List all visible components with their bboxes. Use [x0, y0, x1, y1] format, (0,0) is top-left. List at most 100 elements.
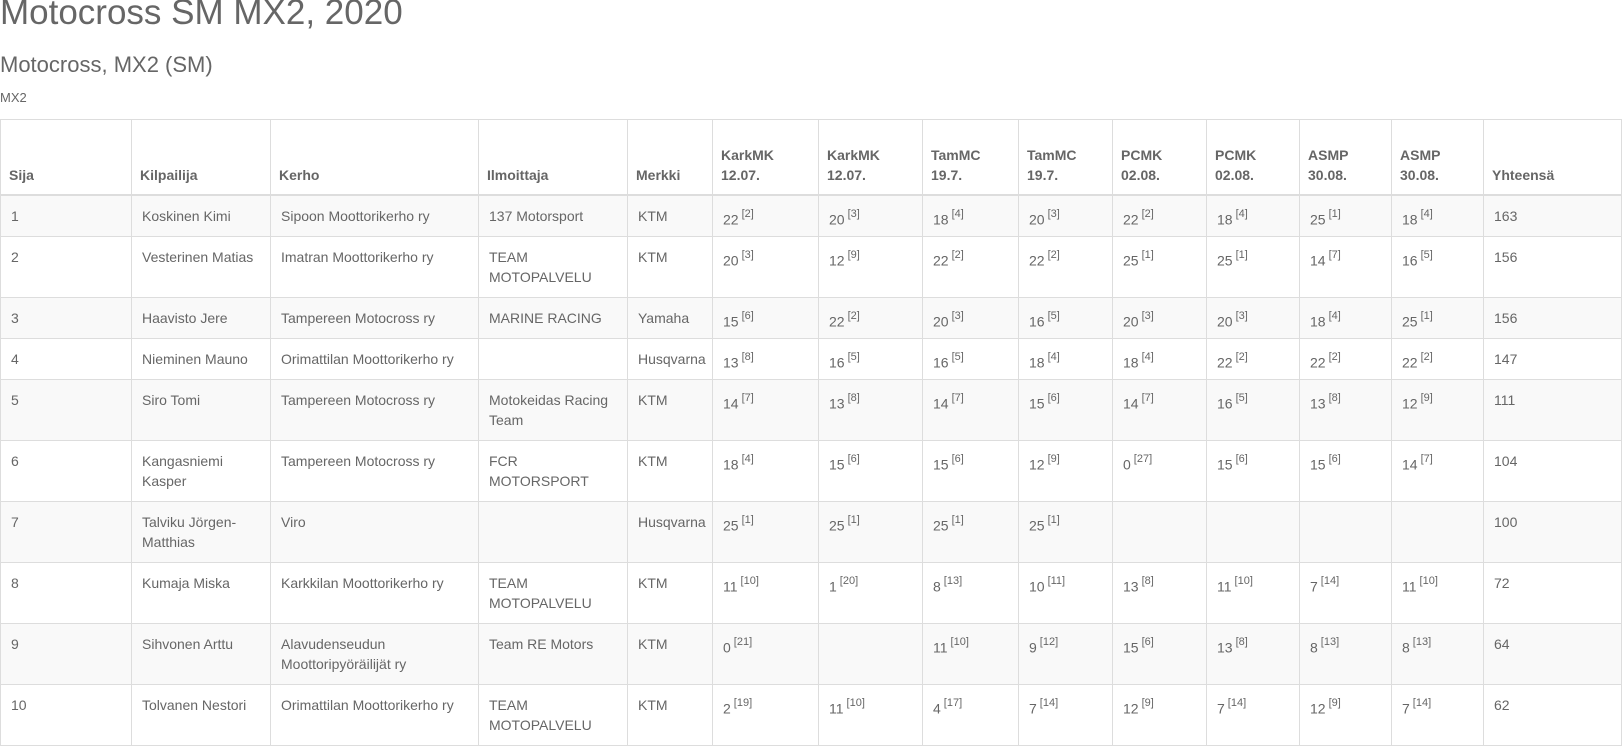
cell-sija: 1 [0, 194, 132, 237]
header-race: PCMK 02.08. [1206, 119, 1300, 196]
race-points: 0 [723, 639, 731, 656]
cell-sija: 9 [0, 622, 132, 685]
race-points: 13 [723, 354, 739, 371]
race-position: [1] [1047, 513, 1060, 526]
cell-race-result: 12 [9] [1391, 378, 1484, 441]
cell-race-result: 12 [9] [1299, 683, 1392, 746]
cell-kilpailija: Kangasniemi Kasper [131, 439, 271, 502]
race-points: 11 [1217, 578, 1232, 595]
race-points: 13 [829, 395, 845, 412]
cell-race-result: 20 [3] [712, 235, 819, 298]
table-row: 5 Siro Tomi Tampereen Motocross ry Motokeid… [0, 378, 1622, 441]
cell-race-result: 16 [5] [818, 337, 923, 380]
race-position: [4] [951, 208, 964, 220]
cell-kilpailija: Kumaja Miska [131, 561, 271, 624]
race-position: [2] [847, 309, 860, 322]
race-name: TamMC [931, 147, 981, 163]
race-position: [2] [1420, 350, 1433, 363]
cell-kerho: Imatran Moottorikerho ry [270, 235, 479, 298]
race-points: 15 [1310, 456, 1326, 473]
cell-race-result: 11 [10] [712, 561, 819, 624]
race-points: 20 [1217, 313, 1233, 330]
cell-ilmoittaja [478, 337, 628, 380]
cell-ilmoittaja: FCR MOTORSPORT [478, 439, 628, 502]
race-position: [5] [1235, 391, 1248, 404]
race-points: 25 [1029, 517, 1045, 534]
race-points: 25 [933, 517, 949, 534]
cell-sija: 3 [0, 296, 132, 339]
race-position: [6] [1047, 391, 1060, 404]
race-points: 25 [1310, 211, 1326, 228]
race-position: [7] [1420, 452, 1433, 465]
race-position: [9] [847, 248, 860, 261]
race-points: 18 [1123, 354, 1139, 371]
cell-race-result: 20 [3] [1112, 296, 1207, 339]
class-label: MX2 [0, 90, 27, 105]
header-yhteensa: Yhteensä [1483, 119, 1622, 196]
race-position: [4] [741, 452, 754, 465]
header-race: KarkMK 12.07. [712, 119, 819, 196]
race-points: 20 [933, 313, 949, 330]
race-position: [2] [1047, 248, 1060, 261]
cell-sija: 4 [0, 337, 132, 380]
race-points: 13 [1123, 578, 1139, 595]
cell-ilmoittaja: TEAM MOTOPALVELU [478, 561, 628, 624]
cell-race-result: 14 [7] [1391, 439, 1484, 502]
cell-sija: 5 [0, 378, 132, 441]
race-name: KarkMK [827, 147, 880, 163]
cell-yhteensa: 64 [1483, 622, 1622, 685]
cell-race-result: 15 [6] [818, 439, 923, 502]
race-points: 15 [1123, 639, 1139, 656]
race-position: [27] [1133, 452, 1153, 465]
cell-kerho: Tampereen Motocross ry [270, 378, 479, 441]
cell-race-result [1112, 500, 1207, 563]
race-position: [7] [1328, 248, 1341, 261]
header-race: ASMP 30.08. [1299, 119, 1392, 196]
cell-merkki: KTM [627, 622, 713, 685]
cell-yhteensa: 104 [1483, 439, 1622, 502]
header-race: TamMC 19.7. [1018, 119, 1113, 196]
cell-race-result: 15 [6] [1112, 622, 1207, 685]
race-position: [10] [846, 696, 865, 709]
race-points: 15 [723, 313, 739, 330]
header-sija: Sija [0, 119, 132, 196]
race-points: 7 [1402, 700, 1410, 717]
race-points: 22 [1402, 354, 1418, 371]
race-points: 7 [1217, 700, 1225, 717]
cell-race-result: 15 [6] [1299, 439, 1392, 502]
race-points: 2 [723, 700, 731, 717]
cell-yhteensa: 156 [1483, 296, 1622, 339]
cell-race-result: 20 [3] [1018, 194, 1113, 237]
race-position: [10] [950, 635, 969, 648]
race-position: [7] [951, 391, 964, 404]
cell-race-result: 13 [8] [1206, 622, 1300, 685]
cell-race-result: 0 [21] [712, 622, 819, 685]
cell-kerho: Alavudenseudun Moottoripyöräilijät ry [270, 622, 479, 685]
race-position: [4] [1235, 208, 1248, 220]
table-row: 8 Kumaja Miska Karkkilan Moottorikerho ry T… [0, 561, 1622, 624]
race-position: [3] [1047, 208, 1060, 220]
race-position: [19] [733, 696, 753, 709]
race-name: PCMK [1215, 147, 1257, 163]
cell-race-result: 7 [14] [1299, 561, 1392, 624]
race-position: [2] [1141, 208, 1154, 220]
cell-merkki: KTM [627, 235, 713, 298]
results-table: Sija Kilpailija Kerho Ilmoittaja Merkki … [0, 119, 1622, 746]
race-points: 15 [1029, 395, 1045, 412]
table-row: 4 Nieminen Mauno Orimattilan Moottorikerho… [0, 337, 1622, 380]
race-position: [8] [1141, 574, 1154, 587]
table-row: 9 Sihvonen Arttu Alavudenseudun Moottoripy… [0, 622, 1622, 685]
race-points: 25 [1217, 252, 1233, 269]
header-race: PCMK 02.08. [1112, 119, 1207, 196]
race-position: [4] [1047, 350, 1060, 363]
cell-sija: 8 [0, 561, 132, 624]
race-points: 11 [829, 700, 844, 717]
cell-kerho: Tampereen Motocross ry [270, 439, 479, 502]
header-merkki: Merkki [627, 119, 713, 196]
race-points: 18 [933, 211, 949, 228]
cell-kilpailija: Tolvanen Nestori [131, 683, 271, 746]
race-position: [1] [1235, 248, 1248, 261]
cell-race-result: 18 [4] [712, 439, 819, 502]
cell-race-result: 25 [1] [818, 500, 923, 563]
race-position: [13] [1412, 635, 1432, 648]
